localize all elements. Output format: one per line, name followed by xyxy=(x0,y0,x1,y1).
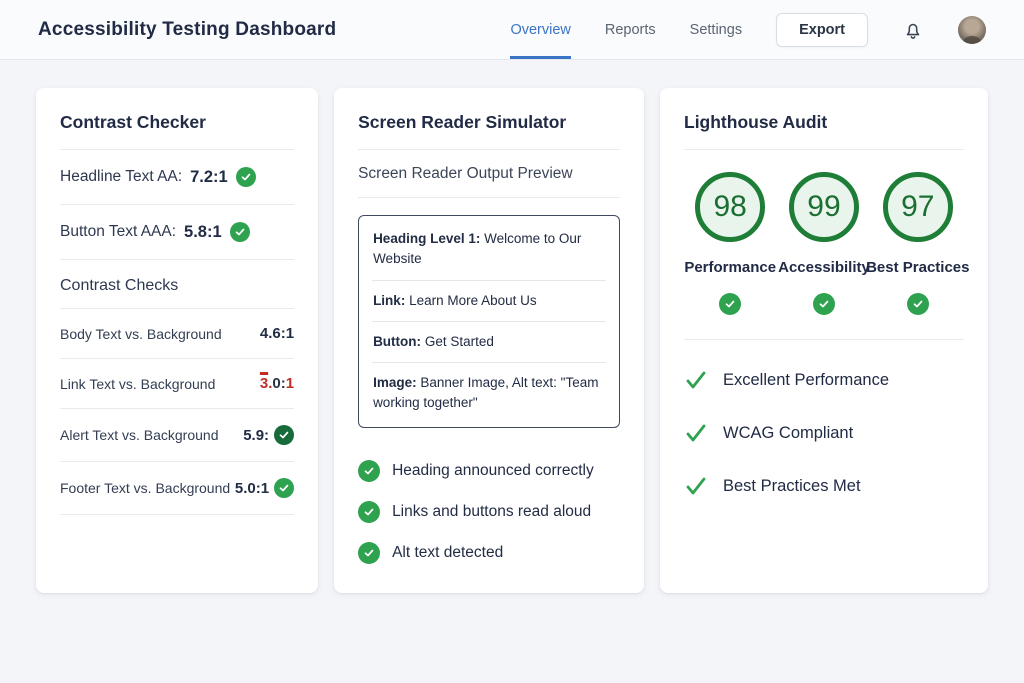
contrast-check-value: 5.0:1 xyxy=(235,480,269,497)
contrast-summary-value: 7.2:1 xyxy=(190,168,228,187)
app-header: Accessibility Testing Dashboard Overview… xyxy=(0,0,1024,60)
score-label: Performance xyxy=(684,259,776,276)
lighthouse-scores: 98 Performance 99 Accessibility 97 Best … xyxy=(684,172,964,315)
score-label: Best Practices xyxy=(866,259,969,276)
fail-mid: 0: xyxy=(272,375,285,392)
screen-reader-output-box: Heading Level 1: Welcome to Our Website … xyxy=(358,215,620,428)
score-gauge: 97 xyxy=(883,172,953,242)
contrast-check-value: 5.9: xyxy=(243,427,269,444)
checkmark-icon xyxy=(684,368,708,392)
screen-reader-card: Screen Reader Simulator Screen Reader Ou… xyxy=(334,88,644,593)
check-circle-icon xyxy=(719,293,741,315)
nav-tab-settings[interactable]: Settings xyxy=(690,0,742,59)
user-avatar[interactable] xyxy=(958,16,986,44)
contrast-checker-card: Contrast Checker Headline Text AA: 7.2:1… xyxy=(36,88,318,593)
screen-reader-title: Screen Reader Simulator xyxy=(358,112,620,133)
contrast-summary-value: 5.8:1 xyxy=(184,223,222,242)
check-circle-icon xyxy=(230,222,250,242)
checklist-item: Links and buttons read aloud xyxy=(358,501,620,523)
contrast-summary-row: Headline Text AA: 7.2:1 xyxy=(60,150,294,205)
contrast-check-row: Alert Text vs. Background 5.9: xyxy=(60,409,294,462)
checklist-label: Links and buttons read aloud xyxy=(392,503,591,521)
contrast-check-row: Link Text vs. Background 3.0:1 xyxy=(60,359,294,409)
fail-digit: 1 xyxy=(286,375,294,392)
checklist-item: Excellent Performance xyxy=(684,368,964,392)
output-prefix: Image: xyxy=(373,375,417,390)
contrast-check-row: Footer Text vs. Background 5.0:1 xyxy=(60,462,294,515)
bell-icon[interactable] xyxy=(902,19,924,41)
checklist-label: Heading announced correctly xyxy=(392,462,594,480)
contrast-check-value: 4.6:1 xyxy=(260,325,294,342)
checklist-item: Best Practices Met xyxy=(684,474,964,498)
output-text: Get Started xyxy=(425,334,494,349)
top-nav: Overview Reports Settings Export xyxy=(510,0,986,59)
checklist-item: WCAG Compliant xyxy=(684,421,964,445)
check-circle-icon xyxy=(358,460,380,482)
checkmark-icon xyxy=(684,474,708,498)
score-gauge: 99 xyxy=(789,172,859,242)
check-circle-icon xyxy=(274,478,294,498)
check-circle-icon xyxy=(358,542,380,564)
check-circle-icon xyxy=(813,293,835,315)
contrast-checker-title: Contrast Checker xyxy=(60,112,294,133)
contrast-check-value-fail: 3.0:1 xyxy=(260,375,294,392)
contrast-summary-row: Button Text AAA: 5.8:1 xyxy=(60,205,294,260)
output-line: Button: Get Started xyxy=(372,322,606,363)
checklist-label: Alt text detected xyxy=(392,544,503,562)
score-column-best-practices: 97 Best Practices xyxy=(872,172,964,315)
score-label: Accessibility xyxy=(778,259,870,276)
output-prefix: Button: xyxy=(373,334,421,349)
lighthouse-audit-card: Lighthouse Audit 98 Performance 99 Acces… xyxy=(660,88,988,593)
check-circle-icon xyxy=(274,425,294,445)
checklist-label: Best Practices Met xyxy=(723,477,861,496)
contrast-check-label: Alert Text vs. Background xyxy=(60,427,218,443)
contrast-check-label: Link Text vs. Background xyxy=(60,376,215,392)
score-column-performance: 98 Performance xyxy=(684,172,776,315)
checklist-label: WCAG Compliant xyxy=(723,424,853,443)
screen-reader-subtitle: Screen Reader Output Preview xyxy=(358,150,620,198)
output-line: Image: Banner Image, Alt text: "Team wor… xyxy=(372,363,606,424)
score-gauge: 98 xyxy=(695,172,765,242)
output-prefix: Link: xyxy=(373,293,405,308)
checklist-item: Alt text detected xyxy=(358,542,620,564)
output-prefix: Heading Level 1: xyxy=(373,231,480,246)
checklist-label: Excellent Performance xyxy=(723,371,889,390)
nav-tab-reports[interactable]: Reports xyxy=(605,0,656,59)
contrast-summary-label: Button Text AAA: xyxy=(60,223,176,241)
check-circle-icon xyxy=(236,167,256,187)
contrast-check-label: Footer Text vs. Background xyxy=(60,480,230,496)
divider xyxy=(684,339,964,340)
page-title: Accessibility Testing Dashboard xyxy=(38,19,336,41)
lighthouse-title: Lighthouse Audit xyxy=(684,112,964,133)
lighthouse-checklist: Excellent Performance WCAG Compliant Bes… xyxy=(684,368,964,498)
output-line: Link: Learn More About Us xyxy=(372,281,606,322)
dashboard-body: Contrast Checker Headline Text AA: 7.2:1… xyxy=(0,60,1024,593)
divider xyxy=(684,149,964,150)
checkmark-icon xyxy=(684,421,708,445)
screen-reader-checklist: Heading announced correctly Links and bu… xyxy=(358,460,620,564)
contrast-checks-subheading: Contrast Checks xyxy=(60,260,294,309)
contrast-check-label: Body Text vs. Background xyxy=(60,326,222,342)
checklist-item: Heading announced correctly xyxy=(358,460,620,482)
check-circle-icon xyxy=(358,501,380,523)
check-circle-icon xyxy=(907,293,929,315)
fail-digit: 3 xyxy=(260,375,268,392)
nav-tab-overview[interactable]: Overview xyxy=(510,0,570,59)
score-column-accessibility: 99 Accessibility xyxy=(778,172,870,315)
output-line: Heading Level 1: Welcome to Our Website xyxy=(372,219,606,281)
export-button[interactable]: Export xyxy=(776,13,868,47)
contrast-summary-label: Headline Text AA: xyxy=(60,168,182,186)
output-text: Learn More About Us xyxy=(409,293,537,308)
contrast-check-row: Body Text vs. Background 4.6:1 xyxy=(60,309,294,359)
